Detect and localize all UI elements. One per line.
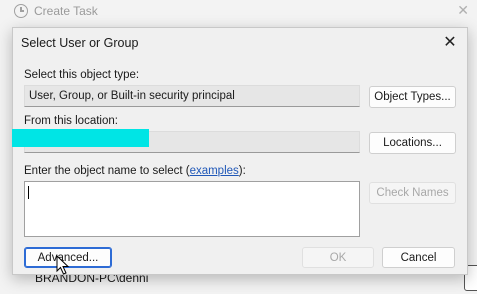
select-user-dialog: Select User or Group ✕ Select this objec… (12, 27, 468, 275)
text-caret (28, 186, 29, 199)
object-name-label: Enter the object name to select (example… (24, 165, 246, 177)
close-icon[interactable]: ✕ (439, 31, 461, 53)
check-names-button[interactable]: Check Names (369, 182, 456, 204)
object-type-field: User, Group, or Built-in security princi… (24, 85, 360, 107)
mouse-pointer-icon (56, 255, 70, 275)
locations-button[interactable]: Locations... (369, 132, 456, 154)
dialog-title: Select User or Group (21, 36, 139, 50)
object-types-button[interactable]: Object Types... (369, 86, 456, 108)
cancel-button[interactable]: Cancel (382, 247, 455, 268)
create-task-title: Create Task (34, 4, 98, 18)
ok-button[interactable]: OK (302, 247, 374, 268)
create-task-titlebar: Create Task (0, 0, 477, 22)
clock-icon (14, 4, 28, 18)
redaction-highlight (12, 129, 149, 147)
object-name-label-suffix: ): (238, 165, 246, 177)
object-name-label-text: Enter the object name to select ( (24, 165, 190, 177)
object-name-input[interactable] (24, 181, 360, 237)
create-task-close-icon: ✕ (457, 2, 469, 18)
examples-link[interactable]: examples (190, 165, 239, 177)
object-type-label: Select this object type: (24, 69, 140, 81)
location-label: From this location: (24, 115, 118, 127)
